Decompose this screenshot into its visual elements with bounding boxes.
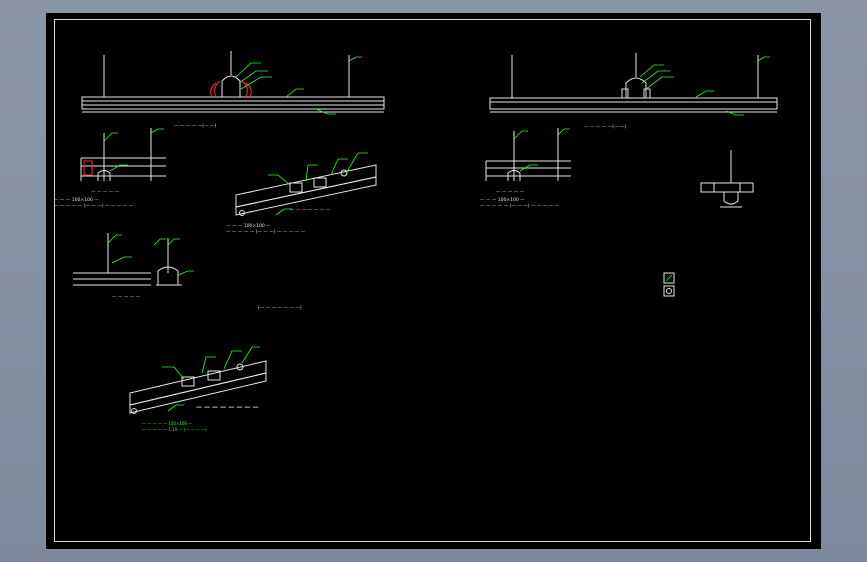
right-ceiling-elevation: — — — — —(— —) xyxy=(489,53,778,130)
right-small-detail xyxy=(700,150,754,208)
right-mid-caption: — — — — — xyxy=(496,190,525,195)
left-top-caption: — — — — —(— —) xyxy=(174,123,216,129)
bottom-iso-spec-1: — — — — — 100×100 — xyxy=(142,421,192,426)
bottom-iso-caption: — — — — — — — — xyxy=(196,404,259,411)
left-small-details: — — — — — xyxy=(73,233,194,300)
iso-caption: — — — — — — — xyxy=(290,208,331,213)
right-top-caption: — — — — —(— —) xyxy=(584,124,626,130)
small-detail-caption: — — — — — xyxy=(112,295,141,300)
iso-spec-1: — — — 100×100 — xyxy=(226,223,271,229)
legend-symbols xyxy=(663,272,675,297)
iso-spec-2: — — — — — (— — —) — — — — — xyxy=(226,229,306,235)
center-isometric-detail: — — — — — — — — — — 100×100 — — — — — — … xyxy=(226,152,377,235)
cad-viewer[interactable]: — — — — —(— —) — — — — — — — — 100×100 —… xyxy=(0,0,867,562)
drawing-canvas: — — — — —(— —) — — — — — — — — 100×100 —… xyxy=(54,51,778,432)
right-mid-spec-1: — — — 100×100 — xyxy=(480,197,525,203)
left-mid-spec-1: — — — 100×100 — xyxy=(54,197,99,203)
bottom-isometric-detail: — — — — — — — — — — — — — 100×100 — — — … xyxy=(129,346,267,432)
center-note: (— — — — — — —) xyxy=(258,305,302,311)
left-mid-section: — — — — — — — — 100×100 — — — — — — (— —… xyxy=(54,128,166,209)
right-mid-spec-2: — — — — — (— — —) — — — — — xyxy=(480,203,560,209)
bottom-iso-spec-2: — — — — — 1.10 — (— — — —) xyxy=(142,427,207,432)
left-mid-spec-2: — — — — — (— — —) — — — — — xyxy=(54,203,134,209)
left-ceiling-elevation: — — — — —(— —) xyxy=(81,51,385,129)
right-mid-section: — — — — — — — — 100×100 — — — — — — (— —… xyxy=(480,128,571,209)
drawing-sheet[interactable]: — — — — —(— —) — — — — — — — — 100×100 —… xyxy=(46,13,821,549)
left-mid-caption: — — — — — xyxy=(91,190,120,195)
